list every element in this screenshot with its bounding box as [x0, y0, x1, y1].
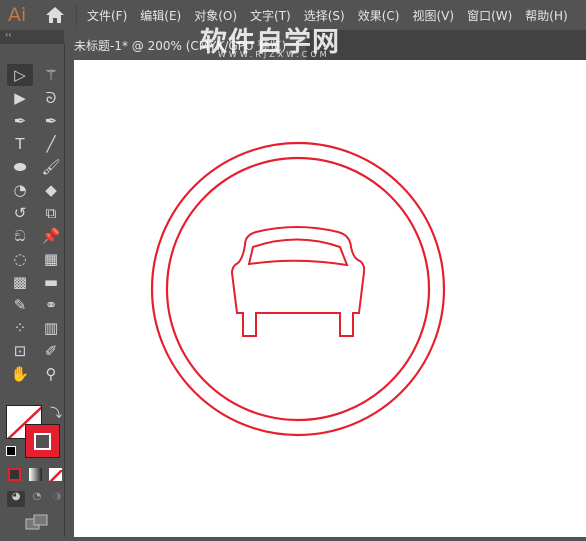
- menu-effect[interactable]: 效果(C): [358, 7, 400, 24]
- car-body: [230, 226, 366, 337]
- direct-selection-tool[interactable]: ▶: [9, 87, 31, 109]
- perspective-grid-tool[interactable]: ▦: [40, 248, 62, 270]
- swap-colors-icon[interactable]: ⤵: [50, 404, 62, 421]
- pen-tool[interactable]: ✒: [9, 110, 31, 132]
- column-graph-tool[interactable]: ▥: [40, 317, 62, 339]
- artboard-canvas[interactable]: [74, 60, 586, 537]
- app-logo: Ai: [8, 4, 27, 26]
- eraser-tool[interactable]: ◆: [40, 179, 62, 201]
- default-colors-icon[interactable]: [6, 446, 16, 456]
- symbol-sprayer-tool[interactable]: ⁘: [9, 317, 31, 339]
- shaper-tool[interactable]: ◔: [9, 179, 31, 201]
- warp-tool[interactable]: ඞ: [9, 225, 31, 247]
- line-tool[interactable]: ╱: [40, 133, 62, 155]
- divider: [76, 4, 77, 26]
- draw-behind-button[interactable]: ◔: [28, 491, 46, 507]
- none-mode-button[interactable]: [49, 468, 62, 481]
- ellipse-tool[interactable]: ⬬: [9, 156, 31, 178]
- zoom-tool[interactable]: ⚲: [40, 363, 62, 385]
- gradient-tool[interactable]: ▬: [40, 271, 62, 293]
- menu-window[interactable]: 窗口(W): [467, 7, 512, 24]
- watermark-url: WWW.RJZXW.COM: [218, 50, 330, 59]
- blend-tool[interactable]: ⚭: [40, 294, 62, 316]
- scale-tool[interactable]: ⧉: [40, 202, 62, 224]
- rotate-tool[interactable]: ↺: [9, 202, 31, 224]
- draw-normal-button[interactable]: ◕: [7, 491, 25, 507]
- menu-view[interactable]: 视图(V): [412, 7, 454, 24]
- home-icon[interactable]: [42, 4, 68, 26]
- change-screen-mode-icon[interactable]: [25, 514, 49, 530]
- collapse-panel-button[interactable]: ‹‹: [0, 30, 64, 44]
- magic-wand-tool[interactable]: ⚚: [40, 64, 62, 86]
- slice-tool[interactable]: ✐: [40, 340, 62, 362]
- mesh-tool[interactable]: ▩: [9, 271, 31, 293]
- car-windshield: [247, 238, 349, 267]
- inner-circle: [165, 156, 431, 422]
- artwork: [150, 141, 446, 437]
- hand-tool[interactable]: ✋: [9, 363, 31, 385]
- toolbox: ▷ ⚚ ▶ ᘐ ✒ ✒ T ╱ ⬬ 🖌 ◔ ◆ ↺ ⧉ ඞ 📌 ◌ ▦ ▩ ▬ ✎ ⚭ ⁘ ▥ ⊡ ✐ ✋ ⚲: [0, 44, 65, 537]
- draw-inside-button[interactable]: ◑: [48, 491, 66, 507]
- stroke-swatch[interactable]: [25, 424, 60, 458]
- paintbrush-tool[interactable]: 🖌: [40, 156, 62, 178]
- menu-help[interactable]: 帮助(H): [525, 7, 567, 24]
- menu-file[interactable]: 文件(F): [87, 7, 127, 24]
- artboard-tool[interactable]: ⊡: [9, 340, 31, 362]
- color-mode-button[interactable]: [8, 468, 21, 481]
- selection-tool[interactable]: ▷: [9, 64, 31, 86]
- gradient-mode-button[interactable]: [29, 468, 42, 481]
- curvature-tool[interactable]: ✒: [40, 110, 62, 132]
- type-tool[interactable]: T: [9, 133, 31, 155]
- puppet-warp-tool[interactable]: 📌: [40, 225, 62, 247]
- outer-circle: [150, 141, 446, 437]
- menu-edit[interactable]: 编辑(E): [140, 7, 181, 24]
- eyedropper-tool[interactable]: ✎: [9, 294, 31, 316]
- shape-builder-tool[interactable]: ◌: [9, 248, 31, 270]
- lasso-tool[interactable]: ᘐ: [40, 87, 62, 109]
